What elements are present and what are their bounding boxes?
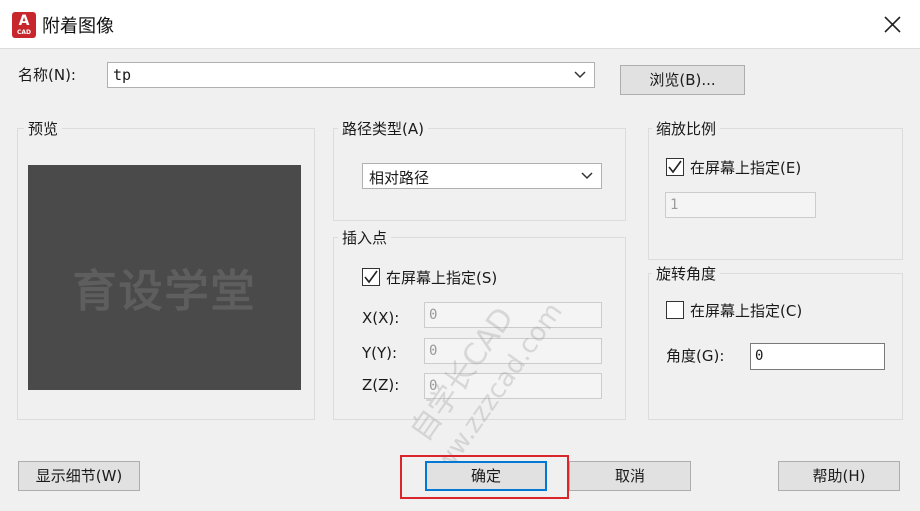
close-icon [884,16,901,33]
cancel-button-label: 取消 [614,467,645,485]
angle-label: 角度(G): [666,347,725,365]
name-value: tp [113,66,132,84]
scale-specify-checkbox[interactable] [666,158,684,176]
title-bar: A CAD 附着图像 [0,0,920,48]
insertion-specify-checkbox[interactable] [362,268,380,286]
z-label: Z(Z): [362,376,400,394]
x-label: X(X): [362,309,400,327]
browse-button-label: 浏览(B)... [649,71,716,89]
angle-field[interactable]: 0 [750,343,885,370]
rotation-specify-checkbox[interactable] [666,301,684,319]
insertion-point-group-title: 插入点 [338,227,392,248]
name-combobox[interactable]: tp [107,62,595,88]
cancel-button[interactable]: 取消 [569,461,691,491]
scale-group-title: 缩放比例 [652,118,721,139]
z-field[interactable]: 0 [424,373,602,399]
ok-highlight-frame [400,455,569,499]
show-details-label: 显示细节(W) [35,467,123,485]
window-title: 附着图像 [42,16,114,37]
y-label: Y(Y): [362,344,398,362]
rotation-group-title: 旋转角度 [652,263,721,284]
path-type-select[interactable]: 相对路径 [362,163,602,189]
checkmark-icon [668,160,682,174]
path-type-value: 相对路径 [369,169,430,187]
autocad-app-icon: A CAD [12,12,36,38]
insertion-specify-label: 在屏幕上指定(S) [386,269,498,287]
browse-button[interactable]: 浏览(B)... [620,65,745,95]
path-type-group-title: 路径类型(A) [338,118,428,139]
show-details-button[interactable]: 显示细节(W) [18,461,140,491]
checkmark-icon [364,270,378,284]
scale-specify-label: 在屏幕上指定(E) [690,159,802,177]
preview-group-title: 预览 [24,118,63,139]
x-field[interactable]: 0 [424,302,602,328]
scale-field[interactable]: 1 [665,192,816,218]
y-field[interactable]: 0 [424,338,602,364]
help-button[interactable]: 帮助(H) [778,461,900,491]
chevron-down-icon [581,172,593,180]
close-button[interactable] [876,10,908,40]
help-button-label: 帮助(H) [812,467,866,485]
name-label: 名称(N): [18,66,76,84]
chevron-down-icon [574,71,586,79]
rotation-specify-label: 在屏幕上指定(C) [690,302,803,320]
preview-watermark: 育设学堂 [72,266,257,317]
